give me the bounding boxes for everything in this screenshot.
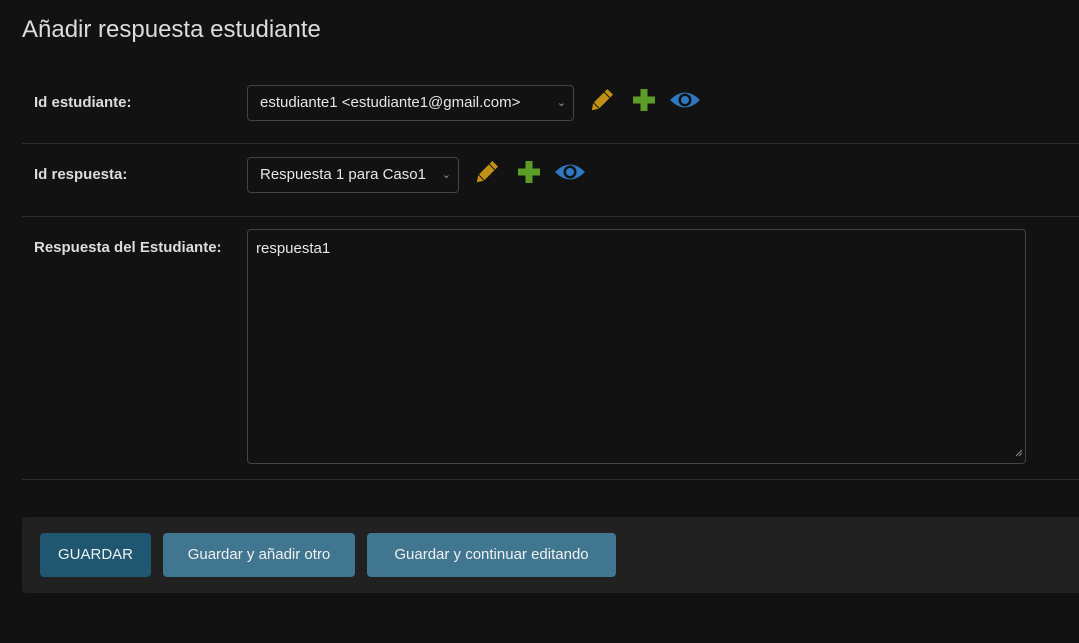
chevron-down-icon: ⌄ bbox=[441, 169, 451, 181]
form-row-answer: Id respuesta: Respuesta 1 para Caso1 ⌄ bbox=[22, 144, 1079, 217]
eye-icon[interactable] bbox=[554, 161, 586, 188]
student-label: Id estudiante: bbox=[34, 94, 132, 111]
form-row-student: Id estudiante: estudiante1 <estudiante1@… bbox=[22, 72, 1079, 144]
chevron-down-icon: ⌄ bbox=[556, 97, 566, 109]
form-row-student-answer: Respuesta del Estudiante: respuesta1 bbox=[22, 217, 1079, 480]
plus-icon[interactable] bbox=[631, 87, 657, 118]
student-answer-label: Respuesta del Estudiante: bbox=[34, 239, 222, 256]
eye-icon[interactable] bbox=[669, 89, 701, 116]
save-button[interactable]: GUARDAR bbox=[40, 533, 151, 577]
student-select-value: estudiante1 <estudiante1@gmail.com> bbox=[260, 94, 521, 111]
page-title: Añadir respuesta estudiante bbox=[22, 16, 321, 43]
student-select[interactable]: estudiante1 <estudiante1@gmail.com> ⌄ bbox=[247, 85, 574, 121]
student-answer-textarea[interactable]: respuesta1 bbox=[247, 229, 1026, 464]
resize-grip-icon[interactable] bbox=[1015, 444, 1023, 461]
submit-row: GUARDAR Guardar y añadir otro Guardar y … bbox=[22, 517, 1079, 593]
pencil-icon[interactable] bbox=[472, 159, 500, 192]
plus-icon[interactable] bbox=[516, 159, 542, 190]
student-answer-text: respuesta1 bbox=[256, 240, 331, 257]
answer-select-value: Respuesta 1 para Caso1 bbox=[260, 166, 426, 183]
pencil-icon[interactable] bbox=[587, 87, 615, 120]
save-and-continue-editing-button[interactable]: Guardar y continuar editando bbox=[367, 533, 616, 577]
answer-label: Id respuesta: bbox=[34, 166, 128, 183]
save-and-add-another-button[interactable]: Guardar y añadir otro bbox=[163, 533, 355, 577]
answer-select[interactable]: Respuesta 1 para Caso1 ⌄ bbox=[247, 157, 459, 193]
